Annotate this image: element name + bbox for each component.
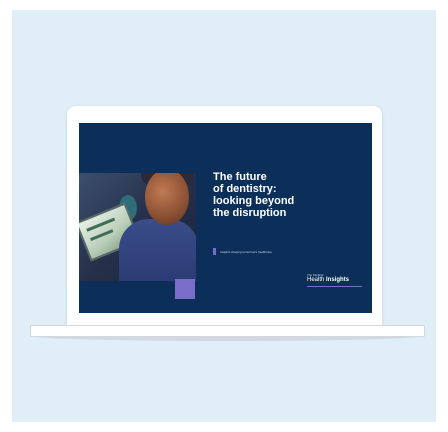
photo-person-head (145, 173, 189, 225)
brand-strong: Insights (326, 277, 350, 283)
laptop-screen: The future of dentistry: looking beyond … (79, 123, 372, 313)
brand-underline (307, 286, 362, 287)
subline-text: Insights shaping tomorrow's healthcare (220, 249, 272, 254)
photo-person-body (119, 219, 196, 281)
slide-headline: The future of dentistry: looking beyond … (213, 171, 295, 219)
brand-logo: The Medical Health Insights (307, 273, 362, 287)
dentist-photo (79, 173, 196, 281)
brand-main-text: Health Insights (307, 277, 362, 284)
brand-prefix: Health (307, 277, 325, 283)
accent-square (175, 279, 195, 299)
subline-accent-bar (213, 248, 216, 255)
slide-subline: Insights shaping tomorrow's healthcare (213, 248, 272, 255)
monitor-line (90, 229, 114, 241)
